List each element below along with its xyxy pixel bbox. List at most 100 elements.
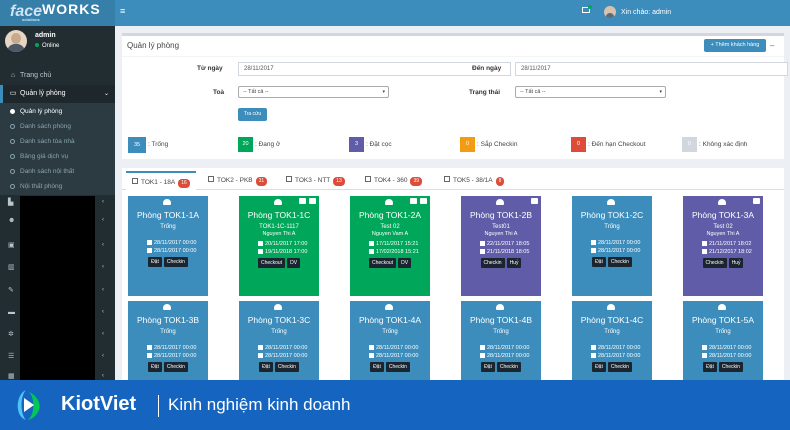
room-action-2-button[interactable]: Huỷ xyxy=(728,258,744,268)
footer-brand: KiotViet xyxy=(61,393,137,415)
room-action-2-button[interactable]: DV xyxy=(287,258,301,268)
refresh-icon[interactable] xyxy=(410,198,417,204)
chevron-left-icon: ‹ xyxy=(102,353,104,359)
status-select[interactable]: -- Tất cả -- ▾ xyxy=(515,86,666,98)
room-action-2-button[interactable]: Checkin xyxy=(496,362,521,372)
room-card[interactable]: Phòng TOK1-1A Trống 28/11/2017 00:00 28/11/… xyxy=(128,196,208,296)
room-action-2-button[interactable]: Checkin xyxy=(385,362,410,372)
room-action-1-button[interactable]: Đặt xyxy=(370,362,384,372)
room-action-1-button[interactable]: Đặt xyxy=(148,257,162,267)
room-icon xyxy=(607,304,615,310)
menu-toggle-icon[interactable]: ≡ xyxy=(120,7,128,16)
room-action-2-button[interactable]: Checkin xyxy=(163,257,188,267)
room-card[interactable]: Phòng TOK1-2A Test 02 Nguyen Vam A 17/11/20… xyxy=(350,196,430,296)
tab-tok1[interactable]: TOK1 - 18A 16 xyxy=(126,171,196,191)
greeting[interactable]: Xin chào: admin xyxy=(621,9,671,16)
print-icon[interactable] xyxy=(753,198,760,204)
print-icon[interactable] xyxy=(531,198,538,204)
room-action-2-button[interactable]: Checkin xyxy=(718,362,743,372)
legend-count: 3 xyxy=(349,137,364,152)
room-action-1-button[interactable]: Đặt xyxy=(481,362,495,372)
building-select[interactable]: -- Tất cả -- ▾ xyxy=(238,86,389,98)
room-card[interactable]: Phòng TOK1-2C Trống 28/11/2017 00:00 28/11/… xyxy=(572,196,652,296)
from-date-input[interactable]: 28/11/2017 xyxy=(238,62,511,76)
date-text: 28/11/2017 00:00 xyxy=(154,353,197,359)
sidebar-item-home[interactable]: ⌂ Trang chủ xyxy=(0,68,115,83)
room-icon xyxy=(274,304,282,310)
tab-tok5[interactable]: TOK5 - 38/1A 8 xyxy=(444,171,505,190)
room-card[interactable]: Phòng TOK1-4B Trống 28/11/2017 00:00 28/11/… xyxy=(461,301,541,381)
tab-tok3[interactable]: TOK3 - NTT 13 xyxy=(286,171,345,190)
room-action-1-button[interactable]: Đặt xyxy=(592,257,606,267)
submenu-item-service-prices[interactable]: Bảng giá dịch vụ xyxy=(0,149,115,164)
room-action-1-button[interactable]: Checkout xyxy=(368,258,397,268)
top-avatar[interactable] xyxy=(604,6,616,18)
circle-icon xyxy=(10,139,15,144)
room-end-date: 28/11/2017 00:00 xyxy=(350,353,430,359)
calendar-icon xyxy=(147,353,152,359)
room-card[interactable]: Phòng TOK1-2B Test01 Nguyen Thi A 22/11/201… xyxy=(461,196,541,296)
chevron-left-icon: ‹ xyxy=(102,199,104,205)
calendar-icon xyxy=(702,249,707,255)
legend-due-checkout[interactable]: 0: Đến hạn Checkout xyxy=(571,137,645,153)
room-action-1-button[interactable]: Đặt xyxy=(703,362,717,372)
room-action-2-button[interactable]: Checkin xyxy=(607,362,632,372)
room-action-2-button[interactable]: Checkin xyxy=(163,362,188,372)
room-action-1-button[interactable]: Đặt xyxy=(592,362,606,372)
print-icon[interactable] xyxy=(309,198,316,204)
bed-icon: ▬ xyxy=(8,309,15,316)
add-customer-button[interactable]: + Thêm khách hàng xyxy=(704,39,766,52)
date-text: 28/11/2017 00:00 xyxy=(487,345,530,351)
submenu-item-room-furniture[interactable]: Nội thất phòng xyxy=(0,179,115,194)
home-icon: ⌂ xyxy=(10,72,16,79)
room-icon xyxy=(718,199,726,205)
date-text: 28/11/2017 00:00 xyxy=(154,240,197,246)
room-action-2-button[interactable]: Checkin xyxy=(274,362,299,372)
legend-empty[interactable]: 35: Trống xyxy=(128,137,168,153)
legend-upcoming-checkin[interactable]: 0: Sắp Checkin xyxy=(460,137,517,153)
room-status: Trống xyxy=(160,329,176,335)
legend-unknown[interactable]: 0: Không xác định xyxy=(682,137,747,153)
room-actions: Đặt Checkin xyxy=(572,362,652,372)
room-card[interactable]: Phòng TOK1-3B Trống 28/11/2017 00:00 28/11/… xyxy=(128,301,208,381)
submenu-item-room-list[interactable]: Danh sách phòng xyxy=(0,119,115,134)
room-action-1-button[interactable]: Đặt xyxy=(259,362,273,372)
room-card[interactable]: Phòng TOK1-5A Trống 28/11/2017 00:00 28/11/… xyxy=(683,301,763,381)
submenu-item-furniture-list[interactable]: Danh sách nội thất xyxy=(0,164,115,179)
search-button[interactable]: Tra cứu xyxy=(238,108,267,121)
room-action-1-button[interactable]: Checkin xyxy=(480,258,505,268)
room-action-2-button[interactable]: Checkin xyxy=(607,257,632,267)
room-card[interactable]: Phòng TOK1-3A Test 02 Nguyen Thi A 21/11/20… xyxy=(683,196,763,296)
submenu-item-room-mgmt[interactable]: Quản lý phòng xyxy=(0,104,115,119)
mail-icon[interactable] xyxy=(582,5,592,13)
tab-tok4[interactable]: TOK4 - 360 39 xyxy=(365,171,423,190)
tab-tok2[interactable]: TOK2 - PKB 31 xyxy=(208,171,268,190)
app-logo[interactable]: faceWORKS solutions xyxy=(0,0,115,26)
room-action-1-button[interactable]: Checkout xyxy=(257,258,286,268)
legend-occupied[interactable]: 20: Đang ở xyxy=(238,137,280,153)
room-card[interactable]: Phòng TOK1-4C Trống 28/11/2017 00:00 28/11/… xyxy=(572,301,652,381)
room-card[interactable]: Phòng TOK1-3C Trống 28/11/2017 00:00 28/11/… xyxy=(239,301,319,381)
room-actions: Checkout DV xyxy=(350,258,430,268)
room-icon xyxy=(496,304,504,310)
to-date-input[interactable]: 28/11/2017 xyxy=(515,62,788,76)
calendar-icon xyxy=(258,353,263,359)
submenu-item-building-list[interactable]: Danh sách tòa nhà xyxy=(0,134,115,149)
room-action-2-button[interactable]: DV xyxy=(398,258,412,268)
print-icon[interactable] xyxy=(420,198,427,204)
top-navbar: ≡ xyxy=(115,0,790,26)
room-name: Phòng TOK1-3B xyxy=(136,315,200,325)
sidebar-item-room-mgmt[interactable]: ▭ Quản lý phòng ⌄ xyxy=(0,85,115,103)
room-action-1-button[interactable]: Checkin xyxy=(702,258,727,268)
room-card[interactable]: Phòng TOK1-1C TOK1-1C-1117 Nguyen Thi A 20/… xyxy=(239,196,319,296)
room-status: Trống xyxy=(271,329,287,335)
room-action-2-button[interactable]: Huỷ xyxy=(506,258,522,268)
room-actions: Đặt Checkin xyxy=(128,362,208,372)
refresh-icon[interactable] xyxy=(299,198,306,204)
legend-deposit[interactable]: 3: Đặt cọc xyxy=(349,137,392,153)
legend-label: : Đặt cọc xyxy=(366,141,392,148)
room-card[interactable]: Phòng TOK1-4A Trống 28/11/2017 00:00 28/11/… xyxy=(350,301,430,381)
collapse-icon[interactable]: – xyxy=(770,41,774,50)
room-action-1-button[interactable]: Đặt xyxy=(148,362,162,372)
room-card-header xyxy=(572,301,652,313)
